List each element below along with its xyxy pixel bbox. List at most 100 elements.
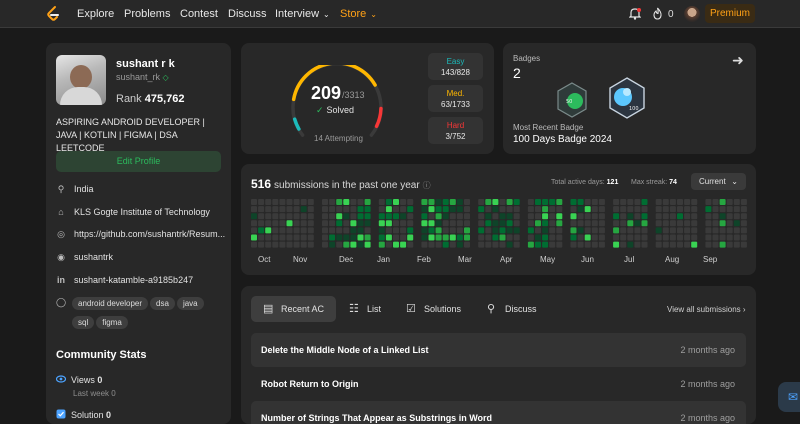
heatmap-cell: [272, 206, 279, 213]
heatmap-cell: [613, 241, 620, 248]
heatmap-cell: [591, 220, 598, 227]
edit-profile-button[interactable]: Edit Profile: [56, 151, 221, 172]
hard-box[interactable]: Hard 3/752: [428, 117, 483, 144]
submission-title[interactable]: Number of Strings That Appear as Substri…: [261, 413, 492, 423]
linkedin-text[interactable]: sushant-katamble-a9185b247: [74, 275, 193, 285]
heatmap-cell: [627, 241, 634, 248]
submissions-count: 516: [251, 177, 272, 191]
nav-interview[interactable]: Interview ⌄: [275, 8, 330, 20]
bell-icon[interactable]: [629, 7, 641, 20]
hard-value: 3/752: [445, 132, 466, 141]
heatmap-cell: [364, 227, 371, 234]
month-label: Jun: [581, 255, 594, 264]
heatmap-cell: [464, 206, 470, 213]
heatmap-cell: [251, 241, 257, 248]
heatmap-cell: [251, 220, 257, 227]
website-info[interactable]: ◎ https://github.com/sushantrk/Resum...: [56, 229, 225, 240]
linkedin-info[interactable]: in sushant-katamble-a9185b247: [56, 275, 193, 285]
nav-contest[interactable]: Contest: [180, 8, 218, 20]
heatmap-cell: [265, 213, 272, 220]
heatmap-cell: [307, 199, 314, 205]
medium-box[interactable]: Med. 63/1733: [428, 85, 483, 112]
submission-row[interactable]: Number of Strings That Appear as Substri…: [251, 401, 746, 424]
heatmap-cell: [421, 206, 428, 213]
heatmap-cell: [691, 227, 698, 234]
nav-discuss[interactable]: Discuss: [228, 8, 267, 20]
heatmap-cell: [428, 241, 435, 248]
tab-recent-ac[interactable]: ▤ Recent AC: [251, 296, 337, 322]
badges-card: Badges 2 ➜ 50 100 Most Recent Badge 100 …: [503, 43, 756, 154]
heatmap-cell: [385, 199, 392, 205]
heatmap-cell: [506, 234, 513, 241]
skill-tag[interactable]: java: [176, 297, 204, 310]
nav-explore[interactable]: Explore: [77, 8, 114, 20]
heatmap-cell: [385, 220, 392, 227]
feedback-chat-button[interactable]: ✉: [778, 382, 800, 412]
premium-button[interactable]: Premium: [705, 4, 755, 23]
heatmap-cell: [343, 227, 350, 234]
flame-icon[interactable]: [652, 7, 663, 20]
heatmap-cell: [485, 220, 492, 227]
heatmap-cell: [577, 227, 584, 234]
submission-row[interactable]: Delete the Middle Node of a Linked List …: [251, 333, 746, 367]
view-all-submissions-link[interactable]: View all submissions ›: [667, 305, 746, 314]
heatmap-cell: [265, 199, 272, 205]
heatmap-cell: [733, 199, 740, 205]
website-text[interactable]: https://github.com/sushantrk/Resum...: [74, 229, 225, 239]
heatmap-cell: [428, 199, 435, 205]
heatmap-cell: [662, 227, 669, 234]
submissions-title: 516 submissions in the past one year ⓘ: [251, 177, 431, 191]
info-icon[interactable]: ⓘ: [423, 181, 431, 190]
heatmap-cell: [307, 234, 314, 241]
heatmap-cell: [613, 206, 620, 213]
easy-box[interactable]: Easy 143/828: [428, 53, 483, 80]
heatmap-cell: [435, 220, 442, 227]
arrow-right-icon[interactable]: ➜: [732, 52, 744, 69]
submission-heatmap: [251, 199, 747, 248]
heatmap-cell: [591, 234, 598, 241]
tab-list-label: List: [367, 304, 382, 314]
skill-tag[interactable]: sql: [72, 316, 95, 329]
globe-icon: ◎: [57, 229, 65, 239]
heatmap-cell: [400, 227, 407, 234]
active-days-value: 121: [606, 179, 619, 186]
heatmap-cell: [733, 213, 740, 220]
skill-tag[interactable]: dsa: [150, 297, 175, 310]
year-selector[interactable]: Current ⌄: [691, 173, 746, 190]
skill-tag[interactable]: figma: [96, 316, 128, 329]
badge-100-days-icon[interactable]: 100: [607, 76, 647, 120]
heatmap-cell: [378, 213, 385, 220]
tab-discuss[interactable]: ⚲ Discuss: [475, 296, 537, 322]
submission-title[interactable]: Robot Return to Origin: [261, 379, 358, 389]
user-avatar[interactable]: [684, 6, 700, 22]
heatmap-cell: [577, 234, 584, 241]
submission-row[interactable]: Robot Return to Origin 2 months ago: [251, 367, 746, 401]
heatmap-cell: [456, 213, 463, 220]
heatmap-cell: [535, 213, 541, 220]
heatmap-cell: [627, 220, 634, 227]
nav-store[interactable]: Store ⌄: [340, 8, 377, 20]
tab-solutions[interactable]: ☑ Solutions: [394, 296, 461, 322]
github-text[interactable]: sushantrk: [74, 252, 113, 262]
leetcode-logo-icon[interactable]: [44, 5, 62, 23]
badge-50-days-icon[interactable]: 50: [555, 81, 589, 119]
submission-title[interactable]: Delete the Middle Node of a Linked List: [261, 345, 429, 355]
tab-list[interactable]: ☷ List: [337, 296, 381, 322]
heatmap-cell: [456, 241, 463, 248]
heatmap-cell: [336, 213, 343, 220]
heatmap-cell: [620, 220, 627, 227]
heatmap-cell: [577, 241, 584, 248]
views-label: Views: [71, 375, 95, 385]
heatmap-cell: [293, 206, 300, 213]
heatmap-cell: [336, 206, 343, 213]
github-info[interactable]: ◉ sushantrk: [56, 252, 113, 263]
heatmap-cell: [357, 206, 364, 213]
heatmap-cell: [378, 234, 385, 241]
heatmap-cell: [513, 206, 520, 213]
linkedin-icon: in: [57, 275, 65, 285]
heatmap-cell: [449, 220, 456, 227]
heatmap-cell: [740, 227, 747, 234]
skill-tag[interactable]: android developer: [72, 297, 149, 310]
heatmap-cell: [485, 227, 492, 234]
nav-problems[interactable]: Problems: [124, 8, 170, 20]
